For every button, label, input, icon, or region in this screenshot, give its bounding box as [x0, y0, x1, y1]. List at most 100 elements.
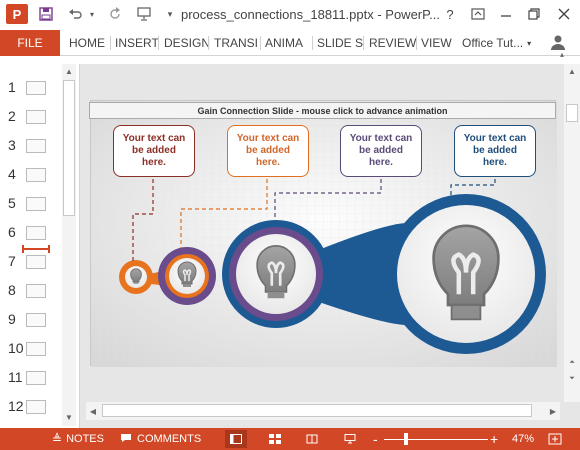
slide-thumbnail-12[interactable]: 12	[0, 397, 62, 417]
scrollbar-thumb[interactable]	[63, 80, 75, 216]
insertion-marker	[22, 245, 50, 253]
ribbon-tabs: FILE HOME INSERT DESIGN TRANSI ANIMA SLI…	[0, 30, 580, 59]
tab-design[interactable]: DESIGN	[164, 30, 210, 56]
text-callout-3[interactable]: Your text can be added here.	[340, 125, 422, 177]
tab-view[interactable]: VIEW	[421, 30, 452, 56]
slide-thumbnail-7[interactable]: 7	[0, 252, 62, 272]
slide-number: 11	[8, 369, 23, 385]
scroll-right-icon[interactable]: ▶	[546, 404, 560, 418]
slide-thumbnail-11[interactable]: 11	[0, 368, 62, 388]
slide-thumbnail-8[interactable]: 8	[0, 281, 62, 301]
zoom-in-button[interactable]: +	[490, 428, 498, 450]
repeat-icon[interactable]	[106, 4, 124, 24]
slide-thumbnail-image[interactable]	[26, 255, 46, 269]
slide-thumbnail-image[interactable]	[26, 168, 46, 182]
text-callout-1[interactable]: Your text can be added here.	[113, 125, 195, 177]
collapse-ribbon-icon[interactable]: ▴	[560, 50, 564, 59]
comments-label: COMMENTS	[137, 433, 202, 445]
slide-thumbnail-image[interactable]	[26, 110, 46, 124]
tab-review[interactable]: REVIEW	[369, 30, 416, 56]
slide-thumbnail-6[interactable]: 6	[0, 223, 62, 243]
zoom-slider-track[interactable]	[384, 439, 488, 440]
tab-insert[interactable]: INSERT	[115, 30, 159, 56]
slide-thumbnail-image[interactable]	[26, 139, 46, 153]
undo-dropdown-icon[interactable]: ▾	[86, 4, 98, 24]
slide-thumbnail-image[interactable]	[26, 197, 46, 211]
slide-number: 7	[8, 253, 16, 269]
close-icon[interactable]	[552, 4, 576, 24]
slide-number: 5	[8, 195, 16, 211]
slide-thumbnail-3[interactable]: 3	[0, 136, 62, 156]
tab-slide-show[interactable]: SLIDE S	[317, 30, 363, 56]
slide-show-button[interactable]	[339, 430, 361, 448]
tab-separator	[363, 36, 364, 50]
slide-number: 1	[8, 79, 16, 95]
scroll-down-icon[interactable]: ▼	[62, 410, 76, 424]
tab-animations[interactable]: ANIMA	[265, 30, 303, 56]
start-from-beginning-icon[interactable]	[134, 4, 154, 24]
undo-icon[interactable]	[66, 4, 84, 24]
tab-separator	[312, 36, 313, 50]
help-button[interactable]: ?	[438, 4, 462, 24]
save-icon[interactable]	[36, 4, 56, 24]
account-dropdown-icon[interactable]: ▾	[527, 39, 531, 48]
slide-thumbnail-image[interactable]	[26, 371, 46, 385]
restore-icon[interactable]	[522, 4, 546, 24]
slide-thumbnail-1[interactable]: 1	[0, 78, 62, 98]
slide-horizontal-scrollbar[interactable]: ◀ ▶	[86, 402, 560, 420]
account-name[interactable]: Office Tut... ▾	[462, 30, 531, 56]
slide-thumbnail-image[interactable]	[26, 226, 46, 240]
slide-title[interactable]: Gain Connection Slide - mouse click to a…	[89, 102, 556, 119]
text-callout-2[interactable]: Your text can be added here.	[227, 125, 309, 177]
thumbnails-scrollbar[interactable]: ▲ ▼	[62, 64, 76, 426]
callout-line: here.	[369, 157, 393, 168]
notes-label: NOTES	[66, 433, 104, 445]
slide-thumbnail-4[interactable]: 4	[0, 165, 62, 185]
callout-line: Your text can	[236, 133, 300, 144]
slide-number: 9	[8, 311, 16, 327]
fit-slide-to-window-button[interactable]	[544, 430, 566, 448]
scrollbar-thumb[interactable]	[102, 404, 532, 417]
slide-thumbnail-2[interactable]: 2	[0, 107, 62, 127]
slide-sorter-view-button[interactable]	[264, 430, 286, 448]
slide-vertical-scrollbar[interactable]: ▲ ⏶ ⏷	[564, 64, 580, 402]
normal-view-button[interactable]	[225, 430, 247, 448]
slide-thumbnail-image[interactable]	[26, 284, 46, 298]
slide-thumbnail-image[interactable]	[26, 400, 46, 414]
comments-button[interactable]: COMMENTS	[120, 428, 201, 450]
scroll-up-icon[interactable]: ▲	[62, 64, 76, 78]
previous-slide-icon[interactable]: ⏶	[565, 356, 579, 370]
current-slide[interactable]: Gain Connection Slide - mouse click to a…	[89, 100, 557, 367]
notes-button[interactable]: ≜ NOTES	[52, 428, 104, 450]
callout-line: Your text can	[463, 133, 527, 144]
reading-view-button[interactable]	[301, 430, 323, 448]
zoom-level[interactable]: 47%	[512, 428, 534, 450]
customize-quick-access-icon[interactable]: ▾	[164, 4, 176, 24]
callout-line: here.	[142, 157, 166, 168]
callout-line: be added	[359, 145, 403, 156]
callout-line: be added	[132, 145, 176, 156]
tab-transitions[interactable]: TRANSI	[214, 30, 258, 56]
slide-thumbnail-image[interactable]	[26, 313, 46, 327]
slide-thumbnail-9[interactable]: 9	[0, 310, 62, 330]
zoom-slider-thumb[interactable]	[404, 433, 408, 445]
slide-number: 4	[8, 166, 16, 182]
slide-thumbnail-image[interactable]	[26, 342, 46, 356]
slide-thumbnail-5[interactable]: 5	[0, 194, 62, 214]
tab-home[interactable]: HOME	[69, 30, 105, 56]
slide-thumbnail-10[interactable]: 10	[0, 339, 62, 359]
scroll-up-icon[interactable]: ▲	[565, 64, 579, 78]
text-callout-4[interactable]: Your text can be added here.	[454, 125, 536, 177]
scrollbar-thumb[interactable]	[566, 104, 578, 122]
ribbon-display-options-icon[interactable]	[466, 4, 490, 24]
callout-line: here.	[256, 157, 280, 168]
slide-thumbnail-image[interactable]	[26, 81, 46, 95]
status-bar: ≜ NOTES COMMENTS - + 47%	[0, 428, 580, 450]
minimize-icon[interactable]	[494, 4, 518, 24]
callout-line: Your text can	[349, 133, 413, 144]
zoom-out-button[interactable]: -	[373, 428, 378, 450]
scroll-left-icon[interactable]: ◀	[86, 404, 100, 418]
next-slide-icon[interactable]: ⏷	[565, 372, 579, 386]
tab-file[interactable]: FILE	[0, 30, 60, 56]
powerpoint-logo-icon: P	[6, 4, 28, 24]
